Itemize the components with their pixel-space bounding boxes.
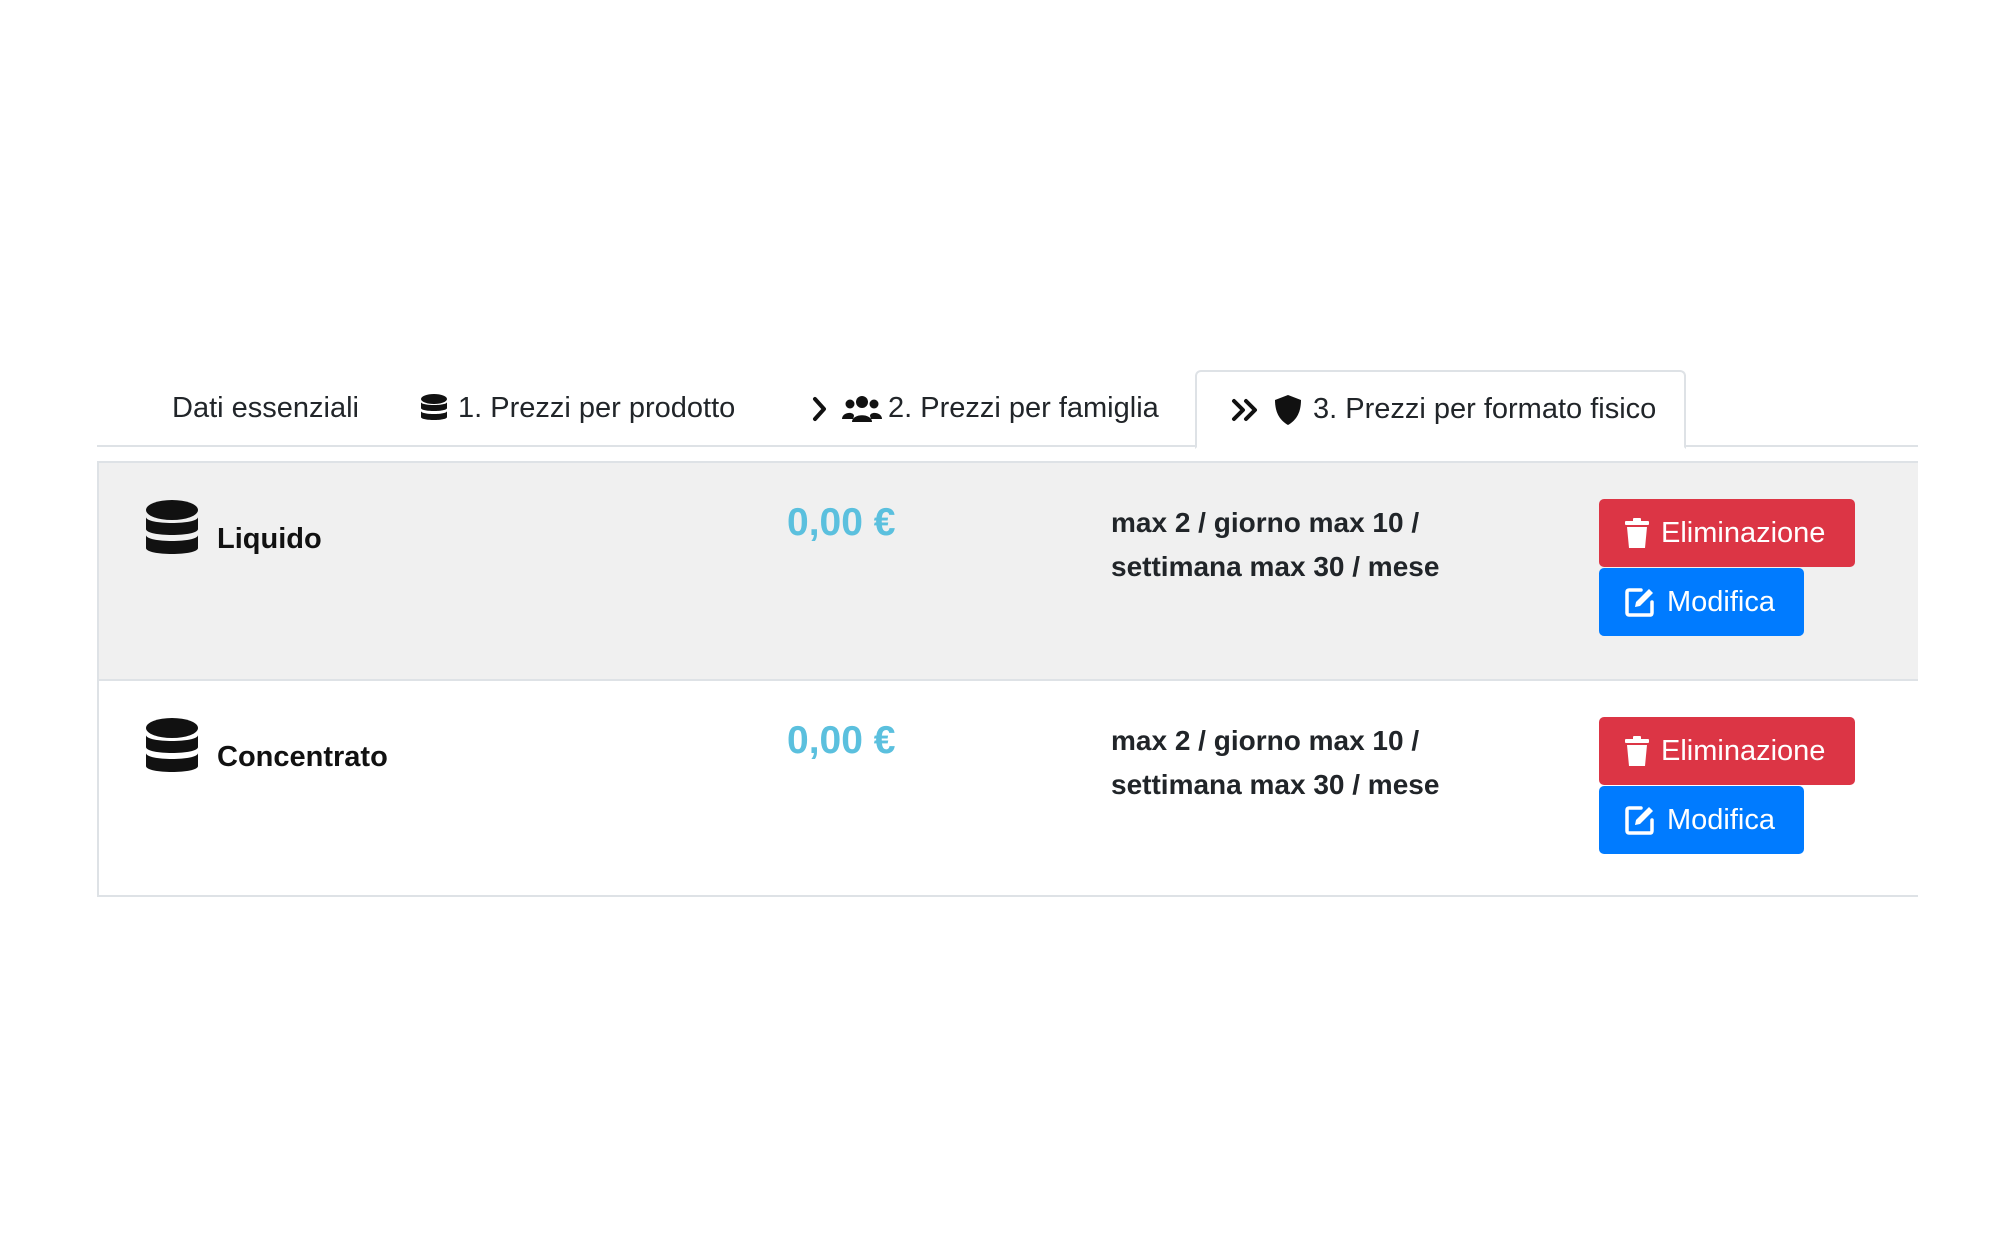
double-chevron-right-icon (1231, 397, 1259, 423)
edit-icon (1625, 805, 1655, 835)
tab-bar: Dati essenziali 1. Prezzi per prodotto 2… (97, 370, 1918, 449)
database-icon (145, 499, 199, 566)
tab-label: 1. Prezzi per prodotto (458, 392, 736, 424)
chevron-right-icon (812, 396, 828, 422)
edit-label: Modifica (1667, 803, 1775, 836)
item-name: Concentrato (217, 741, 388, 773)
edit-icon (1625, 587, 1655, 617)
trash-icon (1625, 736, 1649, 766)
tab-label: Dati essenziali (172, 392, 359, 424)
edit-label: Modifica (1667, 585, 1775, 618)
limits-line: settimana max 30 / mese (1111, 551, 1440, 582)
limits-line: max 2 / giorno max 10 / (1111, 507, 1420, 538)
edit-button[interactable]: Modifica (1599, 568, 1804, 636)
edit-button[interactable]: Modifica (1599, 786, 1804, 854)
users-icon (842, 394, 882, 424)
delete-label: Eliminazione (1661, 516, 1826, 549)
list-item: Liquido 0,00 € max 2 / giorno max 10 / s… (99, 463, 1918, 679)
tab-label: 2. Prezzi per famiglia (888, 392, 1159, 424)
item-limits: max 2 / giorno max 10 / settimana max 30… (1111, 501, 1471, 589)
database-icon (420, 393, 448, 425)
item-name: Liquido (217, 523, 322, 555)
tab-prezzi-per-formato-fisico[interactable]: 3. Prezzi per formato fisico (1195, 370, 1687, 449)
tab-dati-essenziali[interactable]: Dati essenziali (172, 370, 359, 447)
database-icon (145, 717, 199, 784)
item-limits: max 2 / giorno max 10 / settimana max 30… (1111, 719, 1471, 807)
delete-button[interactable]: Eliminazione (1599, 499, 1855, 567)
tab-label: 3. Prezzi per formato fisico (1313, 393, 1657, 425)
list-item: Concentrato 0,00 € max 2 / giorno max 10… (99, 679, 1918, 895)
shield-icon (1273, 394, 1303, 426)
trash-icon (1625, 518, 1649, 548)
tab-prezzi-per-prodotto[interactable]: 1. Prezzi per prodotto (420, 370, 735, 447)
tab-prezzi-per-famiglia[interactable]: 2. Prezzi per famiglia (812, 370, 1159, 447)
limits-line: max 2 / giorno max 10 / (1111, 725, 1420, 756)
price-list: Liquido 0,00 € max 2 / giorno max 10 / s… (97, 461, 1918, 897)
item-price: 0,00 € (787, 719, 896, 762)
limits-line: settimana max 30 / mese (1111, 769, 1440, 800)
item-price: 0,00 € (787, 501, 896, 544)
delete-label: Eliminazione (1661, 734, 1826, 767)
delete-button[interactable]: Eliminazione (1599, 717, 1855, 785)
